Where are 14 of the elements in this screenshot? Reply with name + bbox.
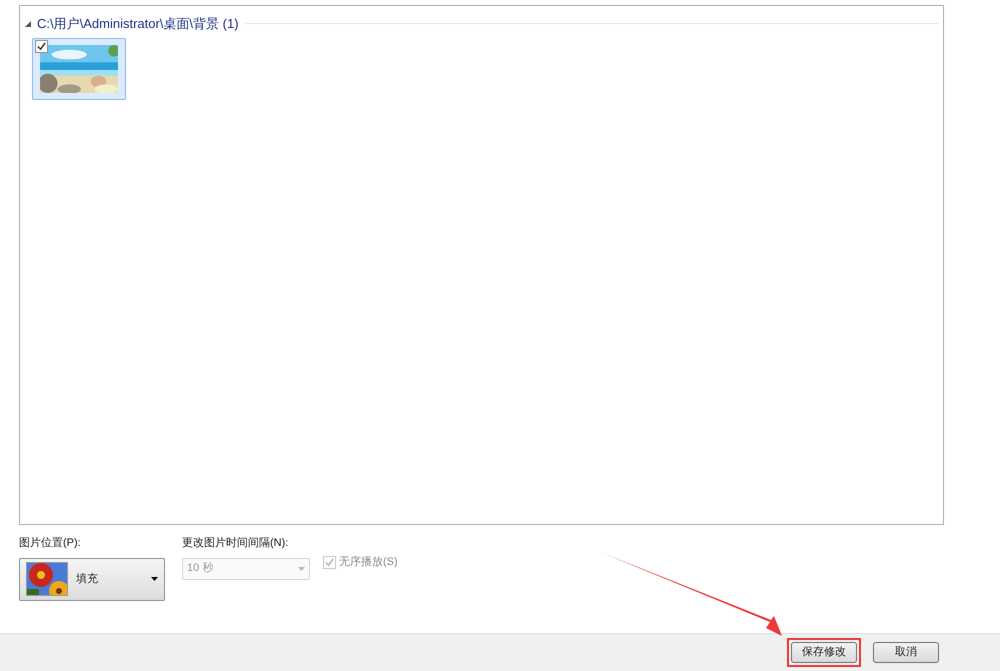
- dropdown-arrow-icon: [151, 577, 158, 581]
- dropdown-arrow-icon: [298, 566, 305, 570]
- shuffle-label: 无序播放(S): [339, 554, 398, 570]
- position-dropdown[interactable]: 填充: [19, 558, 165, 600]
- checkbox[interactable]: [35, 40, 48, 52]
- dialog-button[interactable]: 取消: [873, 642, 939, 663]
- checkmark-icon: [325, 558, 334, 567]
- checkmark-icon: [37, 42, 46, 50]
- interval-label: 更改图片时间间隔(N):: [182, 536, 290, 551]
- collapse-triangle-icon[interactable]: [25, 20, 31, 27]
- wallpaper-thumbnail[interactable]: [32, 38, 126, 100]
- dialog-button[interactable]: 保存修改: [791, 642, 857, 663]
- position-label: 图片位置(P):: [19, 536, 82, 551]
- group-header[interactable]: C:\用户\Administrator\桌面\背景 (1): [37, 14, 239, 34]
